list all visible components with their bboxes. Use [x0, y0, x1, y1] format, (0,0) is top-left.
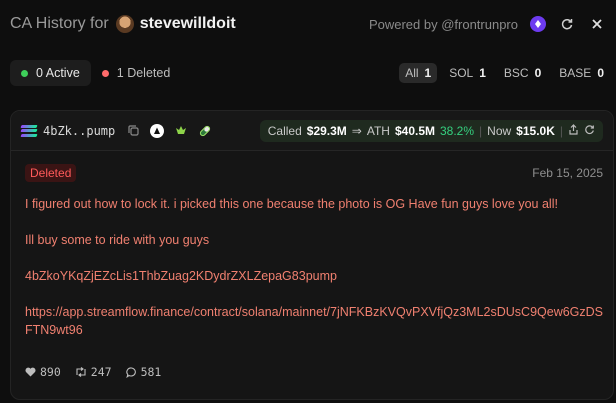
retweet-icon: [76, 367, 86, 377]
tab-active-label: 0 Active: [36, 66, 80, 80]
filter-bsc[interactable]: BSC 0: [498, 63, 547, 83]
ath-value: $40.5M: [394, 123, 435, 138]
divider: |: [479, 123, 483, 138]
card-body: Deleted Feb 15, 2025 I figured out how t…: [11, 151, 613, 339]
likes-count: 890: [40, 365, 61, 379]
now-label: Now: [487, 123, 512, 138]
refresh-card-icon[interactable]: [584, 124, 595, 138]
refresh-icon[interactable]: [558, 15, 576, 33]
powered-by-link[interactable]: Powered by @frontrunpro: [369, 17, 518, 32]
filter-all[interactable]: All 1: [399, 63, 438, 83]
retweets-stat: 247: [75, 365, 112, 379]
replies-stat: 581: [125, 365, 162, 379]
reply-icon: [125, 366, 136, 378]
post-date: Feb 15, 2025: [532, 166, 603, 180]
ath-label: ATH: [366, 123, 390, 138]
likes-stat: 890: [25, 365, 61, 379]
filter-all-count: 1: [424, 66, 432, 80]
deleted-status-dot: [101, 69, 109, 77]
ath-percent: 38.2%: [440, 123, 475, 138]
tab-deleted[interactable]: 1 Deleted: [91, 60, 182, 86]
post-line: Ill buy some to ride with you guys: [25, 233, 210, 247]
post-link[interactable]: https://app.streamflow.finance/contract/…: [25, 303, 607, 339]
post-text: I figured out how to lock it. i picked t…: [25, 195, 607, 339]
replies-count: 581: [140, 365, 162, 379]
filter-bsc-label: BSC: [503, 66, 529, 80]
divider: |: [559, 123, 563, 138]
pumpfun-pill-icon[interactable]: [197, 123, 213, 139]
heart-icon: [25, 367, 36, 377]
header: CA History for stevewilldoit Powered by …: [0, 0, 616, 48]
filter-base-label: BASE: [559, 66, 592, 80]
close-icon[interactable]: [588, 15, 606, 33]
page-title-username[interactable]: stevewilldoit: [140, 15, 236, 33]
copy-icon[interactable]: [125, 123, 141, 139]
retweets-count: 247: [90, 365, 112, 379]
called-label: Called: [267, 123, 302, 138]
market-cap-stats: Called $29.3M ⇒ ATH $40.5M 38.2% | Now $…: [259, 119, 603, 142]
bullx-icon[interactable]: [173, 123, 189, 139]
arrow-icon: ⇒: [351, 123, 362, 138]
solana-icon: [20, 124, 38, 137]
chain-filters: All 1 SOL 1 BSC 0 BASE 0: [399, 63, 610, 83]
filter-sol-count: 1: [479, 66, 486, 80]
post-line: I figured out how to lock it. i picked t…: [25, 197, 558, 211]
filter-sol-label: SOL: [449, 66, 474, 80]
active-status-dot: [21, 69, 28, 77]
filter-all-label: All: [405, 66, 419, 80]
page-title-prefix: CA History for: [10, 15, 109, 32]
filter-base[interactable]: BASE 0: [553, 63, 610, 83]
now-value: $15.0K: [516, 123, 555, 138]
called-value: $29.3M: [306, 123, 347, 138]
filter-sol[interactable]: SOL 1: [443, 63, 492, 83]
filter-base-count: 0: [597, 66, 604, 80]
frontrun-logo-icon[interactable]: [530, 16, 546, 32]
post-contract-address[interactable]: 4bZkoYKqZjEZcLis1ThbZuag2KDydrZXLZepaG83…: [25, 267, 607, 285]
engagement-stats: 890 247 581: [25, 365, 161, 379]
card-header: 4bZk..pump Called $29.3M ⇒ ATH $40.5M 38…: [11, 111, 613, 151]
axiom-icon[interactable]: [149, 123, 165, 139]
contract-address[interactable]: 4bZk..pump: [43, 124, 115, 138]
status-badge: Deleted: [25, 164, 77, 182]
filter-bsc-count: 0: [534, 66, 542, 80]
tabs-row: 0 Active 1 Deleted All 1 SOL 1 BSC 0 BAS…: [10, 60, 610, 86]
avatar: [115, 15, 134, 33]
share-icon[interactable]: [568, 123, 579, 138]
tab-active[interactable]: 0 Active: [10, 60, 91, 86]
tab-deleted-label: 1 Deleted: [116, 66, 171, 80]
ca-card: 4bZk..pump Called $29.3M ⇒ ATH $40.5M 38…: [10, 110, 614, 400]
